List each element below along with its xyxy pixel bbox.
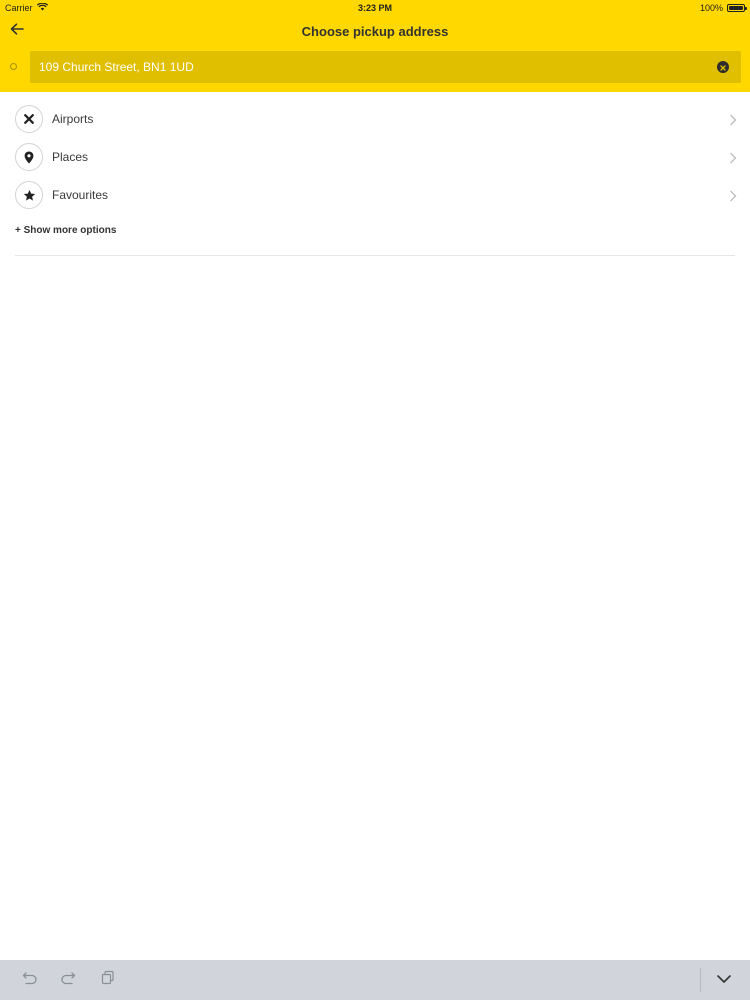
paste-button[interactable] xyxy=(98,970,118,990)
pickup-dot-icon xyxy=(10,63,17,70)
chevron-right-icon xyxy=(729,113,737,126)
list-item-label: Places xyxy=(52,150,89,164)
options-list: Airports Places Favourites xyxy=(0,100,750,214)
paste-icon xyxy=(101,970,115,990)
toolbar-separator xyxy=(700,968,701,992)
list-item-favourites[interactable]: Favourites xyxy=(0,176,750,214)
list-item-label: Favourites xyxy=(52,188,109,202)
undo-icon xyxy=(22,971,38,990)
dismiss-keyboard-button[interactable] xyxy=(714,970,734,990)
chevron-right-icon xyxy=(729,189,737,202)
status-battery: 100% xyxy=(699,3,747,13)
map-pin-icon xyxy=(15,143,43,171)
list-item-airports[interactable]: Airports xyxy=(0,100,750,138)
header-area: Carrier 3:23 PM 100% Choose pickup addre… xyxy=(0,0,750,92)
keyboard-shortcut-bar xyxy=(0,960,750,1000)
chevron-down-icon xyxy=(716,971,732,989)
redo-button[interactable] xyxy=(58,970,78,990)
list-item-places[interactable]: Places xyxy=(0,138,750,176)
clear-circle-icon xyxy=(720,58,726,76)
pickup-address-input[interactable] xyxy=(39,51,699,83)
clear-button[interactable] xyxy=(717,61,729,73)
airplane-icon xyxy=(15,105,43,133)
redo-icon xyxy=(60,971,76,990)
status-bar: Carrier 3:23 PM 100% xyxy=(0,0,750,16)
undo-button[interactable] xyxy=(20,970,40,990)
nav-bar: Choose pickup address xyxy=(0,16,750,46)
page-title: Choose pickup address xyxy=(301,24,449,39)
show-more-options-link[interactable]: + Show more options xyxy=(15,225,116,236)
pickup-search-row xyxy=(0,51,750,83)
list-item-label: Airports xyxy=(52,112,94,126)
battery-percent: 100% xyxy=(699,3,723,13)
search-field[interactable] xyxy=(30,51,741,83)
divider xyxy=(15,255,735,256)
status-time: 3:23 PM xyxy=(357,3,392,13)
chevron-right-icon xyxy=(729,151,737,164)
star-icon xyxy=(15,181,43,209)
battery-icon xyxy=(727,4,747,12)
